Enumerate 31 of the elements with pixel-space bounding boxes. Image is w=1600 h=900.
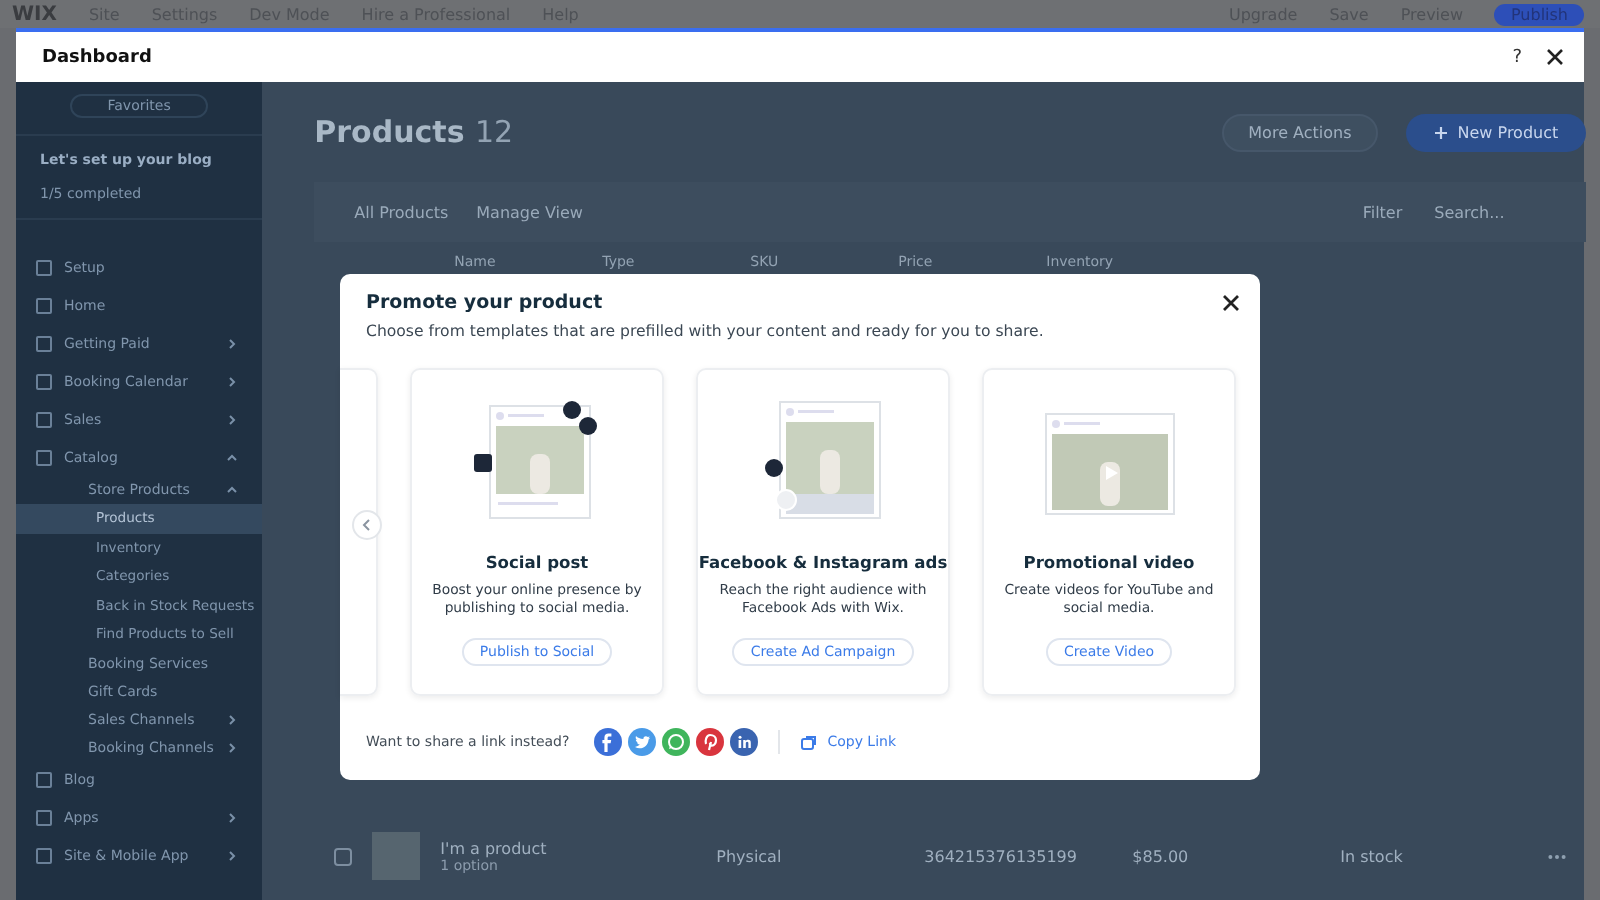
plus-icon bbox=[1433, 125, 1448, 139]
page-title: Products 12 bbox=[314, 114, 514, 150]
linkedin-icon[interactable] bbox=[729, 728, 758, 756]
table-cell-text: Physical bbox=[716, 847, 784, 865]
window-title: Dashboard bbox=[42, 47, 152, 67]
copy-icon bbox=[799, 733, 818, 751]
filter-button[interactable]: Filter bbox=[1362, 203, 1403, 221]
twitter-icon[interactable] bbox=[627, 728, 656, 756]
close-icon[interactable] bbox=[1222, 294, 1240, 312]
collection-dropdown[interactable]: All Products bbox=[354, 203, 449, 221]
table-cell-text: 364215376135199 bbox=[924, 847, 1079, 865]
table-cell-text: In stock bbox=[1340, 847, 1405, 865]
previous-button[interactable] bbox=[352, 510, 382, 540]
more-actions-button[interactable]: More Actions bbox=[1222, 113, 1378, 151]
manage-view-link[interactable]: Manage View bbox=[476, 203, 583, 221]
table-cell-text: I'm a product bbox=[440, 839, 549, 857]
new-product-button[interactable]: New Product bbox=[1405, 113, 1587, 151]
card-title: Facebook & Instagram ads bbox=[698, 552, 948, 572]
row-checkbox[interactable] bbox=[334, 847, 353, 865]
table-cell-text: $85.00 bbox=[1132, 847, 1191, 865]
pinterest-icon[interactable] bbox=[695, 728, 724, 756]
photo-placeholder bbox=[372, 832, 421, 880]
card-title: Social post bbox=[485, 552, 589, 572]
close-icon[interactable] bbox=[1546, 48, 1564, 66]
dialog-title: Promote your product bbox=[366, 292, 603, 314]
search-field[interactable]: Search... bbox=[1430, 201, 1559, 223]
more-icon[interactable] bbox=[1548, 853, 1567, 859]
facebook-icon[interactable] bbox=[593, 728, 622, 756]
whatsapp-icon[interactable] bbox=[661, 728, 690, 756]
help-button[interactable]: ? bbox=[1512, 47, 1522, 67]
card-title: Promotional video bbox=[1023, 552, 1195, 572]
